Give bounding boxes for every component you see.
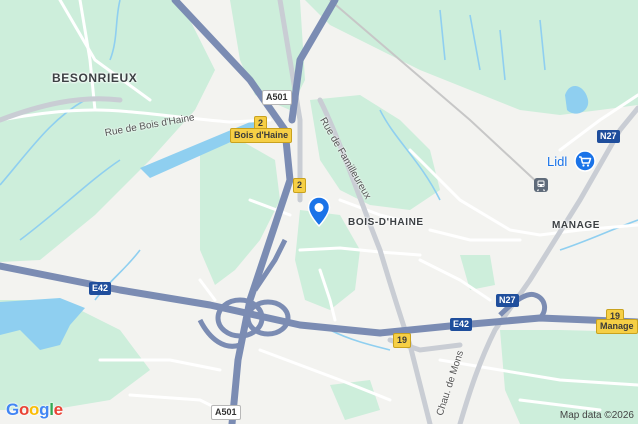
exit-shield-2-mid: 2 [293, 178, 307, 193]
location-pin-icon[interactable] [307, 196, 331, 233]
logo-letter: o [18, 400, 30, 419]
exit-shield-manage: Manage [596, 319, 638, 334]
road-shield-a501-top: A501 [262, 90, 292, 105]
map-view[interactable]: BESONRIEUX BOIS-D'HAINE MANAGE Rue de Bo… [0, 0, 638, 424]
logo-letter: g [39, 400, 50, 419]
place-label-bois-dhaine: BOIS-D'HAINE [348, 217, 424, 228]
road-shield-19-mid: 19 [393, 333, 412, 348]
road-shield-n27-top: N27 [597, 130, 620, 143]
shopping-cart-icon[interactable] [574, 150, 596, 177]
place-label-manage: MANAGE [552, 220, 601, 231]
google-logo: Google [6, 400, 63, 420]
road-shield-a501-bottom: A501 [211, 405, 241, 420]
logo-letter: G [6, 400, 19, 419]
train-station-icon[interactable] [533, 177, 549, 198]
map-attribution[interactable]: Map data ©2026 [560, 410, 634, 421]
poi-label-lidl[interactable]: Lidl [547, 154, 567, 169]
road-shield-e42-right: E42 [450, 318, 473, 331]
road-shield-e42-left: E42 [89, 282, 112, 295]
logo-letter: o [29, 400, 40, 419]
exit-shield-bois-dhaine: Bois d'Haine [230, 128, 293, 143]
place-label-besonrieux: BESONRIEUX [52, 71, 138, 85]
road-shield-n27-mid: N27 [496, 294, 519, 307]
logo-letter: e [53, 400, 63, 419]
